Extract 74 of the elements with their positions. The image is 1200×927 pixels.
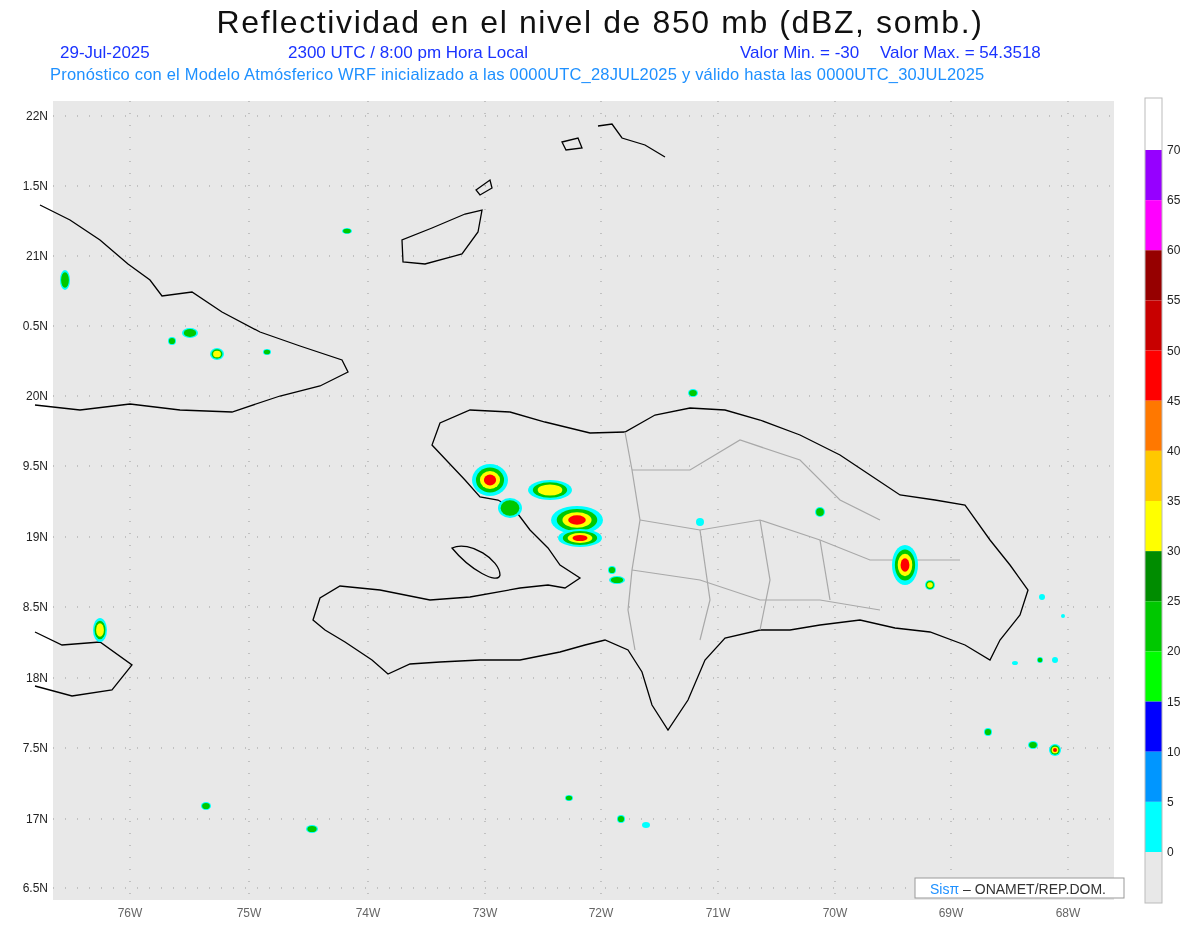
- storm-echo: [210, 348, 224, 360]
- storm-echo: [925, 580, 935, 590]
- latitude-label: 21N: [26, 249, 48, 263]
- colorbar-label: 50: [1167, 343, 1181, 358]
- storm-echo: [617, 815, 625, 823]
- storm-echo: [609, 576, 625, 584]
- latitude-label: 8.5N: [22, 600, 48, 614]
- storm-echo: [60, 270, 70, 290]
- longitude-label: 75W: [236, 906, 262, 920]
- colorbar-label: 15: [1167, 694, 1181, 709]
- latitude-label: 17N: [26, 812, 48, 826]
- storm-echo: [528, 480, 572, 500]
- max-value: Valor Max. = 54.3518: [880, 42, 1041, 64]
- model-description: Pronóstico con el Modelo Atmósferico WRF inicializado a las 0000UTC_28JUL2025 y válido hasta las 0000UTC_30JUL2025: [49, 64, 986, 84]
- storm-echo: [1028, 741, 1038, 749]
- colorbar-label: 60: [1167, 243, 1181, 258]
- colorbar-label: 0: [1167, 845, 1174, 859]
- colorbar-label: 65: [1167, 193, 1181, 208]
- latitude-label: 7.5N: [22, 741, 48, 755]
- storm-echo: [182, 328, 198, 338]
- colorbar-label: 10: [1167, 744, 1181, 759]
- storm-echo: [696, 518, 704, 526]
- storm-echo: [892, 545, 918, 585]
- storm-echo: [1061, 614, 1065, 618]
- map-title: Reflectividad en el nivel de 850 mb (dBZ, somb.): [215, 3, 985, 42]
- longitude-label: 72W: [588, 906, 614, 920]
- storm-echo: [1049, 744, 1061, 756]
- longitude-label: 69W: [938, 906, 964, 920]
- min-value: Valor Min. = -30: [740, 42, 861, 64]
- latitude-label: 19N: [26, 530, 48, 544]
- colorbar-label: 30: [1167, 544, 1181, 559]
- colorbar-label: 45: [1167, 393, 1181, 408]
- storm-echo: [1037, 657, 1043, 663]
- storm-echo: [472, 464, 508, 496]
- storm-echo: [498, 498, 522, 518]
- longitude-label: 74W: [355, 906, 381, 920]
- longitude-label: 68W: [1055, 906, 1081, 920]
- storm-echo: [815, 507, 825, 517]
- latitude-label: 22N: [26, 109, 48, 123]
- latitude-label: 6.5N: [22, 881, 48, 895]
- storm-echo: [306, 825, 318, 833]
- colorbar-label: 20: [1167, 644, 1181, 659]
- storm-echo: [1039, 594, 1045, 600]
- forecast-date: 29-Jul-2025: [60, 42, 151, 64]
- storm-echo: [168, 337, 176, 345]
- storm-echo: [565, 795, 573, 801]
- latitude-label: 9.5N: [22, 459, 48, 473]
- credit-text: – ONAMET/REP.DOM.: [963, 881, 1106, 897]
- forecast-time: 2300 UTC / 8:00 pm Hora Local: [288, 42, 529, 64]
- storm-echo: [342, 228, 352, 234]
- storm-echo: [201, 802, 211, 810]
- colorbar-label: 40: [1167, 443, 1181, 458]
- longitude-label: 76W: [117, 906, 143, 920]
- latitude-label: 18N: [26, 671, 48, 685]
- storm-echo: [1052, 657, 1058, 663]
- longitude-label: 73W: [472, 906, 498, 920]
- storm-echo: [263, 349, 271, 355]
- colorbar-label: 35: [1167, 494, 1181, 508]
- storm-echo: [642, 822, 650, 828]
- longitude-label: 71W: [705, 906, 731, 920]
- credit-brand: Sisπ: [930, 881, 960, 897]
- latitude-label: 1.5N: [22, 179, 48, 193]
- storm-echo: [984, 728, 992, 736]
- latitude-label: 0.5N: [22, 319, 48, 333]
- storm-echo: [608, 566, 616, 574]
- longitude-label: 70W: [822, 906, 848, 920]
- colorbar-label: 55: [1167, 293, 1181, 308]
- colorbar-label: 5: [1167, 794, 1174, 809]
- storm-echo: [1012, 661, 1018, 665]
- storm-echo: [93, 618, 107, 642]
- colorbar-label: 25: [1167, 594, 1181, 609]
- colorbar-label: 70: [1167, 143, 1181, 157]
- storm-echo: [688, 389, 698, 397]
- latitude-label: 20N: [26, 389, 48, 403]
